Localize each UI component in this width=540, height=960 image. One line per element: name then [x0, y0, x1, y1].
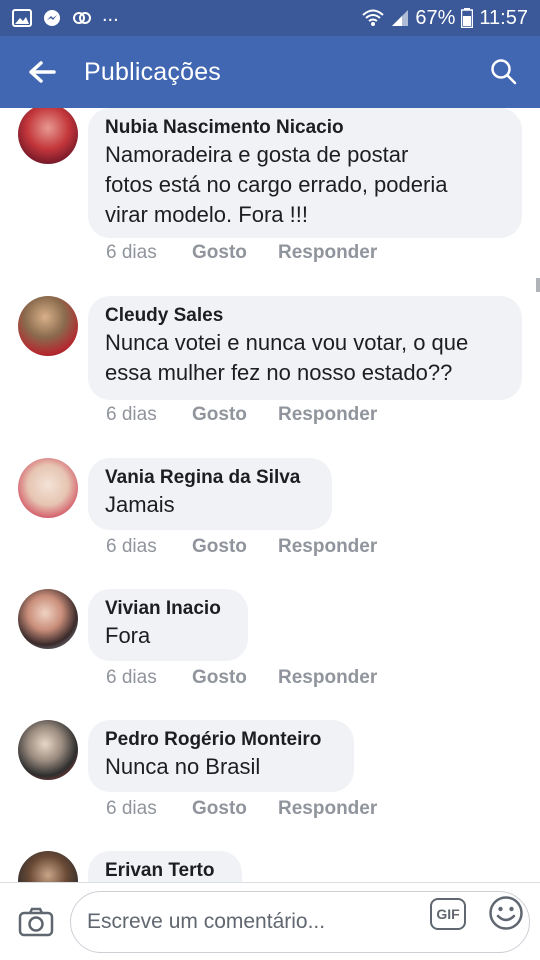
emoji-button[interactable] [488, 895, 524, 931]
messenger-icon [44, 10, 60, 26]
reply-button[interactable]: Responder [278, 536, 377, 558]
comment-author[interactable]: Cleudy Sales [105, 304, 504, 328]
back-button[interactable] [0, 36, 84, 108]
comment-actions: 6 dias Gosto Responder [106, 798, 377, 820]
comment-bubble[interactable]: Vivian Inacio Fora [88, 589, 248, 661]
comment-text: essa mulher fez no nosso estado?? [105, 360, 453, 385]
clock: 11:57 [479, 6, 528, 29]
comment-time[interactable]: 6 dias [106, 798, 192, 820]
comment-text: Fora [105, 623, 151, 648]
comment-author[interactable]: Vivian Inacio [105, 597, 230, 621]
comment-bubble[interactable]: Erivan Terto [88, 851, 242, 882]
comment-composer: Escreve um comentário... GIF [0, 882, 540, 960]
notification-icons: ... [12, 4, 119, 27]
comment-input-placeholder: Escreve um comentário... [87, 910, 326, 933]
comment-list[interactable]: Nubia Nascimento Nicacio Namoradeira e g… [0, 108, 540, 882]
comment-bubble[interactable]: Vania Regina da Silva Jamais [88, 458, 332, 530]
link-icon [73, 12, 91, 24]
like-button[interactable]: Gosto [192, 404, 278, 426]
reply-button[interactable]: Responder [278, 242, 377, 264]
battery-percentage: 67% [415, 6, 456, 29]
comment-time[interactable]: 6 dias [106, 536, 192, 558]
avatar[interactable] [18, 720, 78, 780]
comment-actions: 6 dias Gosto Responder [106, 667, 377, 689]
like-button[interactable]: Gosto [192, 667, 278, 689]
comment-text: Jamais [105, 492, 175, 517]
comment-bubble[interactable]: Pedro Rogério Monteiro Nunca no Brasil [88, 720, 354, 792]
gif-button[interactable]: GIF [430, 898, 466, 930]
camera-icon [18, 907, 54, 936]
reply-button[interactable]: Responder [278, 798, 377, 820]
comment-author[interactable]: Pedro Rogério Monteiro [105, 728, 336, 752]
reply-button[interactable]: Responder [278, 404, 377, 426]
search-button[interactable] [468, 36, 540, 108]
like-button[interactable]: Gosto [192, 798, 278, 820]
status-bar: ... 67% 11:57 [0, 0, 540, 36]
arrow-left-icon [29, 61, 56, 83]
comment-text: virar modelo. Fora !!! [105, 202, 308, 227]
comment-text: fotos está no cargo errado, poderia [105, 172, 448, 197]
comment-author[interactable]: Vania Regina da Silva [105, 466, 314, 490]
comment-bubble[interactable]: Cleudy Sales Nunca votei e nunca vou vot… [88, 296, 522, 400]
comment-author[interactable]: Erivan Terto [105, 859, 224, 882]
comment-time[interactable]: 6 dias [106, 667, 192, 689]
avatar[interactable] [18, 851, 78, 882]
page-title: Publicações [84, 57, 222, 86]
more-notifications: ... [102, 3, 119, 26]
avatar[interactable] [18, 458, 78, 518]
wifi-icon [362, 9, 385, 26]
comment-author[interactable]: Nubia Nascimento Nicacio [105, 116, 504, 140]
comment-time[interactable]: 6 dias [106, 242, 192, 264]
comment-actions: 6 dias Gosto Responder [106, 536, 377, 558]
battery-icon [461, 8, 474, 28]
gallery-icon [12, 9, 32, 27]
comment-time[interactable]: 6 dias [106, 404, 192, 426]
comment-bubble[interactable]: Nubia Nascimento Nicacio Namoradeira e g… [88, 108, 522, 238]
camera-button[interactable] [0, 883, 72, 960]
avatar[interactable] [18, 108, 78, 164]
avatar[interactable] [18, 589, 78, 649]
app-bar: Publicações [0, 36, 540, 108]
reply-button[interactable]: Responder [278, 667, 377, 689]
comment-actions: 6 dias Gosto Responder [106, 242, 377, 264]
search-icon [491, 59, 517, 85]
emoji-icon [489, 896, 523, 930]
scroll-indicator [536, 278, 540, 292]
like-button[interactable]: Gosto [192, 536, 278, 558]
comment-text: Nunca votei e nunca vou votar, o que [105, 330, 469, 355]
comment-text: Nunca no Brasil [105, 754, 261, 779]
avatar[interactable] [18, 296, 78, 356]
signal-icon [392, 10, 409, 26]
comment-text: Namoradeira e gosta de postar [105, 142, 409, 167]
like-button[interactable]: Gosto [192, 242, 278, 264]
comment-actions: 6 dias Gosto Responder [106, 404, 377, 426]
